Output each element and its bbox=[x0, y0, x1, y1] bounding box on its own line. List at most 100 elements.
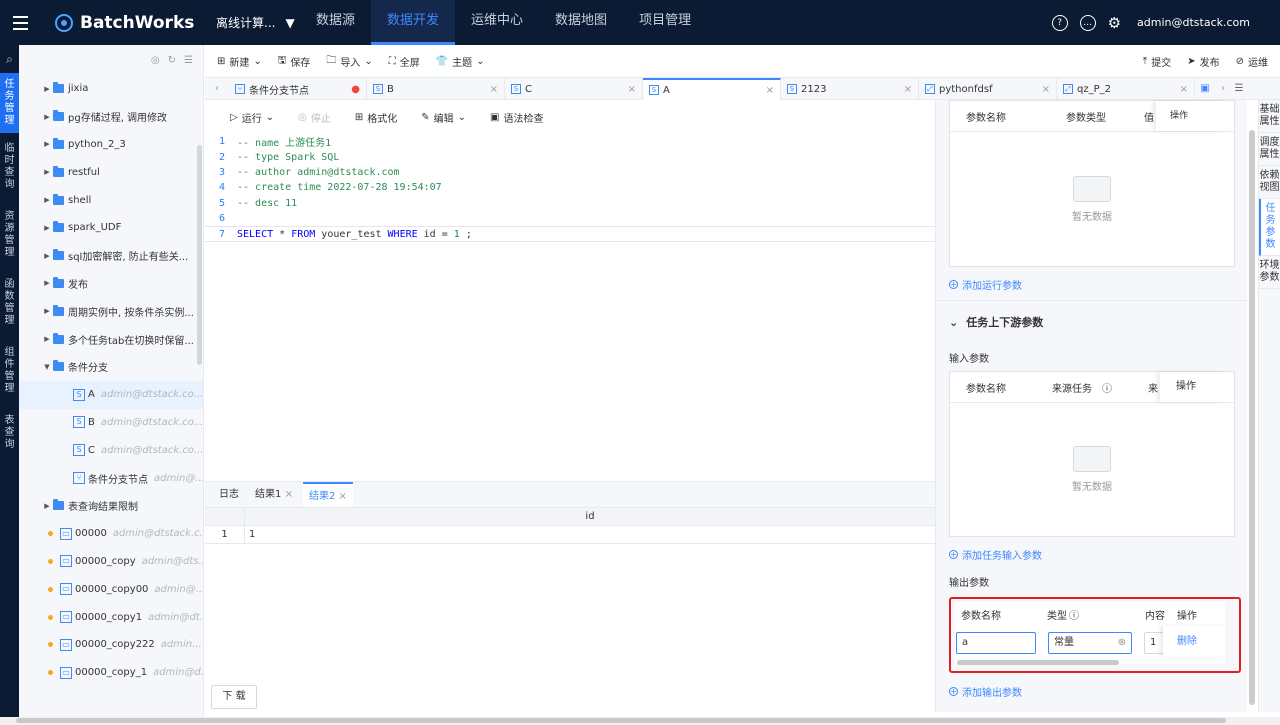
locate-icon[interactable]: ◎ bbox=[151, 55, 160, 66]
context-params-header[interactable]: ⌄ 任务上下游参数 bbox=[949, 314, 1043, 330]
app-logo[interactable]: BatchWorks bbox=[54, 13, 204, 33]
tab-a[interactable]: S A × bbox=[643, 78, 781, 100]
tree-folder[interactable]: ▶ spark_UDF bbox=[19, 214, 203, 242]
close-icon[interactable]: × bbox=[628, 84, 636, 95]
list-icon[interactable]: ☰ bbox=[184, 55, 193, 66]
tab-branch-node[interactable]: ⑂ 条件分支节点 ● bbox=[229, 78, 367, 100]
delete-output-param-button[interactable]: 删除 bbox=[1163, 626, 1225, 657]
tab-qz-p-2[interactable]: ⤢ qz_P_2 × bbox=[1057, 78, 1195, 100]
output-table-hscrollbar[interactable] bbox=[957, 660, 1119, 665]
tree-folder[interactable]: ▶ 周期实例中, 按条件杀实例... bbox=[19, 297, 203, 325]
tab-pythonfdsf[interactable]: ⤢ pythonfdsf × bbox=[919, 78, 1057, 100]
syntax-check-button[interactable]: ▣ 语法检查 bbox=[490, 110, 543, 125]
new-button[interactable]: ⊞ 新建 ⌄ bbox=[217, 54, 262, 69]
side-tab-schedule[interactable]: 调度属性 bbox=[1259, 133, 1280, 166]
side-tab-basic[interactable]: 基础属性 bbox=[1259, 100, 1280, 133]
nav-ops-center[interactable]: 运维中心 bbox=[455, 0, 539, 45]
run-button[interactable]: ▷ 运行 ⌄ bbox=[230, 110, 274, 125]
clear-circle-icon[interactable]: ⊗ bbox=[1118, 633, 1126, 653]
format-button[interactable]: ⊞ 格式化 bbox=[355, 110, 397, 125]
tree-task[interactable]: ▭ 00000 admin@dtstack.c... bbox=[19, 520, 203, 548]
rail-table-query[interactable]: 表查询 bbox=[0, 405, 19, 461]
save-button[interactable]: 🖫 保存 bbox=[278, 53, 311, 70]
sql-editor[interactable]: ▷ 运行 ⌄ ◎ 停止 ⊞ 格式化 ✎ 编辑 ⌄ ▣ 语法检查 1 -- name 上游任务1 … bbox=[205, 100, 935, 481]
rail-task-mgmt[interactable]: 任务管理 bbox=[0, 73, 19, 133]
search-icon[interactable]: ⌕ bbox=[0, 45, 19, 73]
rail-function-mgmt[interactable]: 函数管理 bbox=[0, 269, 19, 337]
theme-button[interactable]: 👕 主题 ⌄ bbox=[436, 54, 485, 69]
rail-temp-query[interactable]: 临时查询 bbox=[0, 133, 19, 201]
submit-button[interactable]: ⤒ 提交 bbox=[1143, 54, 1171, 69]
code-area[interactable]: 1 -- name 上游任务1 2 -- type Spark SQL 3 -- au… bbox=[205, 134, 935, 242]
tree-folder[interactable]: ▶ shell bbox=[19, 186, 203, 214]
side-tab-env-params[interactable]: 环境参数 bbox=[1259, 256, 1280, 289]
page-hscrollbar[interactable] bbox=[0, 717, 1280, 725]
close-icon[interactable]: × bbox=[904, 84, 912, 95]
panel-scrollbar[interactable] bbox=[1249, 130, 1255, 705]
side-tab-dependency[interactable]: 依赖视图 bbox=[1259, 166, 1280, 199]
fullscreen-button[interactable]: ⛶ 全屏 bbox=[389, 54, 420, 69]
tab-scroll-right-icon[interactable]: › bbox=[1215, 78, 1231, 99]
close-icon[interactable]: × bbox=[490, 84, 498, 95]
tree-task[interactable]: ▭ 00000_copy222 admin... bbox=[19, 631, 203, 659]
tree-task[interactable]: ▭ 00000_copy admin@dts... bbox=[19, 548, 203, 576]
close-icon[interactable]: × bbox=[339, 491, 347, 502]
tree-folder-open[interactable]: ▼ 条件分支 bbox=[19, 353, 203, 381]
nav-datasource[interactable]: 数据源 bbox=[300, 0, 371, 45]
tree-folder[interactable]: ▶ pg存储过程, 调用修改 bbox=[19, 103, 203, 131]
help-icon[interactable]: ? bbox=[1051, 14, 1068, 31]
add-output-param-link[interactable]: + 添加输出参数 bbox=[949, 684, 1022, 699]
output-param-name-input[interactable]: a bbox=[956, 632, 1036, 654]
download-button[interactable]: 下 载 bbox=[211, 685, 257, 709]
tree-task[interactable]: ▭00000_copy_1 admin@d... bbox=[19, 659, 203, 687]
tree-task[interactable]: ▭ 00000_copy00 admin@... bbox=[19, 575, 203, 603]
tab-list-icon[interactable]: ☰ bbox=[1231, 78, 1247, 99]
nav-data-map[interactable]: 数据地图 bbox=[539, 0, 623, 45]
edit-button[interactable]: ✎ 编辑 ⌄ bbox=[421, 110, 466, 125]
table-row[interactable]: 11 bbox=[205, 526, 935, 544]
ops-button[interactable]: ⊘ 运维 bbox=[1236, 54, 1268, 69]
tree-folder[interactable]: ▶ 发布 bbox=[19, 270, 203, 298]
rail-resource-mgmt[interactable]: 资源管理 bbox=[0, 201, 19, 269]
hamburger-menu-icon[interactable] bbox=[0, 0, 40, 45]
user-account[interactable]: admin@dtstack.com bbox=[1137, 16, 1250, 29]
add-input-param-link[interactable]: + 添加任务输入参数 bbox=[949, 547, 1042, 562]
tree-scrollbar[interactable] bbox=[197, 145, 202, 365]
close-icon[interactable]: × bbox=[285, 489, 293, 500]
tree-folder[interactable]: ▶ sql加密解密, 防止有些关... bbox=[19, 242, 203, 270]
close-icon[interactable]: × bbox=[1180, 84, 1188, 95]
side-tab-task-params[interactable]: 任务参数 bbox=[1259, 199, 1280, 256]
output-param-type-select[interactable]: 常量 ⊗ bbox=[1048, 632, 1132, 654]
tree-task-c[interactable]: S Cadmin@dtstack.co... bbox=[19, 436, 203, 464]
tree-task[interactable]: ▭00000_copy1 admin@dt... bbox=[19, 603, 203, 631]
add-run-param-link[interactable]: + 添加运行参数 bbox=[949, 277, 1022, 292]
nav-project-mgmt[interactable]: 项目管理 bbox=[623, 0, 707, 45]
tab-result-2[interactable]: 结果2 × bbox=[302, 482, 353, 507]
tab-log[interactable]: 日志 bbox=[213, 482, 245, 507]
rail-component-mgmt[interactable]: 组件管理 bbox=[0, 337, 19, 405]
tree-folder[interactable]: ▶ restful bbox=[19, 158, 203, 186]
tree-folder[interactable]: ▶ 表查询结果限制 bbox=[19, 492, 203, 520]
tab-2123[interactable]: S 2123 × bbox=[781, 78, 919, 100]
close-icon[interactable]: × bbox=[766, 85, 774, 96]
tree-folder[interactable]: ▶ python_2_3 bbox=[19, 131, 203, 159]
close-icon[interactable]: × bbox=[1042, 84, 1050, 95]
nav-data-dev[interactable]: 数据开发 bbox=[371, 0, 456, 45]
tree-folder[interactable]: ▶ jixia bbox=[19, 75, 203, 103]
publish-button[interactable]: ➤ 发布 bbox=[1187, 54, 1219, 69]
tab-result-1[interactable]: 结果1 × bbox=[249, 482, 299, 507]
more-tabs-icon[interactable]: ▣ bbox=[1195, 78, 1215, 99]
stop-button[interactable]: ◎ 停止 bbox=[298, 110, 331, 125]
refresh-icon[interactable]: ↻ bbox=[168, 55, 176, 66]
tab-c[interactable]: S C × bbox=[505, 78, 643, 100]
tab-scroll-left-icon[interactable]: ‹ bbox=[205, 78, 229, 99]
tree-task-b[interactable]: S Badmin@dtstack.co... bbox=[19, 409, 203, 437]
tab-b[interactable]: S B × bbox=[367, 78, 505, 100]
tree-folder[interactable]: ▶ 多个任务tab在切换时保留... bbox=[19, 325, 203, 353]
tree-task-branch-node[interactable]: ⑂ 条件分支节点 admin@... bbox=[19, 464, 203, 492]
project-selector[interactable]: 离线计算... ▼ bbox=[216, 14, 296, 31]
tree-task-a[interactable]: S Aadmin@dtstack.co... bbox=[19, 380, 203, 409]
settings-gear-icon[interactable]: ⚙ bbox=[1108, 14, 1121, 32]
message-icon[interactable]: … bbox=[1079, 14, 1096, 31]
import-button[interactable]: 🗀 导入 ⌄ bbox=[326, 53, 372, 70]
